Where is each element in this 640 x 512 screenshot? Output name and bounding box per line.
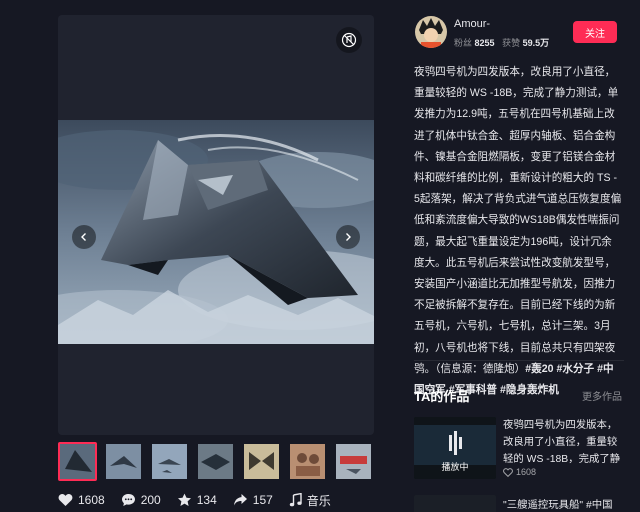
image-thumbnail-strip <box>58 442 374 482</box>
thumbnail-5[interactable] <box>242 442 281 481</box>
like-count: 1608 <box>78 493 105 507</box>
work-item[interactable]: 播放中 夜鸮四号机为四发版本，改良用了小直径，重量较轻的 WS -18B，完成了… <box>414 417 624 479</box>
mute-icon <box>341 32 357 48</box>
previous-image-button[interactable] <box>72 225 96 249</box>
playing-status: 播放中 <box>441 462 469 472</box>
heart-outline-icon <box>503 467 513 477</box>
work-item[interactable]: "三艘遥控玩具船" #中国 <box>414 495 624 512</box>
favorite-button[interactable]: 134 <box>177 493 217 507</box>
author-stats: 粉丝 8255 获赞 59.5万 <box>454 36 549 49</box>
thumbnail-6[interactable] <box>288 442 327 481</box>
fans-count: 8255 <box>474 38 495 48</box>
star-icon <box>177 493 191 506</box>
divider <box>414 360 624 361</box>
favorite-count: 134 <box>196 493 217 507</box>
music-note-icon <box>289 493 302 507</box>
share-button[interactable]: 157 <box>233 493 273 507</box>
mute-button[interactable] <box>336 27 362 53</box>
chevron-right-icon <box>346 233 351 241</box>
more-works-link[interactable]: 更多作品 <box>582 388 622 403</box>
share-icon <box>233 494 247 506</box>
author-info: Amour- 粉丝 8255 获赞 59.5万 关注 <box>415 16 625 50</box>
action-bar: 1608 200 134 157 音乐 <box>58 490 347 510</box>
stealth-bomber-image <box>58 120 374 344</box>
like-button[interactable]: 1608 <box>58 493 105 507</box>
next-image-button[interactable] <box>336 225 360 249</box>
thumbnail-7[interactable] <box>334 442 373 481</box>
likes-count: 59.5万 <box>522 38 550 48</box>
hashtag[interactable]: #轰20 <box>525 363 553 375</box>
comment-icon <box>121 494 135 506</box>
chevron-left-icon <box>81 233 86 241</box>
comment-button[interactable]: 200 <box>121 493 161 507</box>
work-likes: 1608 <box>503 467 536 477</box>
share-count: 157 <box>252 493 273 507</box>
work-thumbnail: 播放中 <box>414 417 496 479</box>
music-button[interactable]: 音乐 <box>289 492 331 509</box>
avatar[interactable] <box>415 16 447 48</box>
thumbnail-4[interactable] <box>196 442 235 481</box>
hashtag[interactable]: #水分子 <box>556 363 594 375</box>
work-thumbnail <box>414 495 496 512</box>
work-title: 夜鸮四号机为四发版本，改良用了小直径，重量较轻的 WS -18B，完成了静力测试 <box>503 420 621 465</box>
follow-button[interactable]: 关注 <box>573 21 617 43</box>
thumbnail-3[interactable] <box>150 442 189 481</box>
work-like-count: 1608 <box>516 467 537 477</box>
description-text: 夜鸮四号机为四发版本，改良用了小直径，重量较轻的 WS -18B，完成了静力测试… <box>414 66 622 375</box>
author-name[interactable]: Amour- <box>454 18 490 30</box>
post-description: 夜鸮四号机为四发版本，改良用了小直径，重量较轻的 WS -18B，完成了静力测试… <box>414 62 622 401</box>
thumbnail-2[interactable] <box>104 442 143 481</box>
media-viewer <box>58 15 374 435</box>
work-title: "三艘遥控玩具船" #中国 <box>503 500 613 511</box>
fans-label: 粉丝 <box>454 38 473 48</box>
heart-icon <box>58 494 73 506</box>
music-label: 音乐 <box>306 493 331 508</box>
likes-label: 获赞 <box>502 38 521 48</box>
thumbnail-1[interactable] <box>58 442 97 481</box>
works-title: TA的作品 <box>414 389 470 404</box>
comment-count: 200 <box>140 493 161 507</box>
works-header: TA的作品 更多作品 <box>414 386 622 404</box>
